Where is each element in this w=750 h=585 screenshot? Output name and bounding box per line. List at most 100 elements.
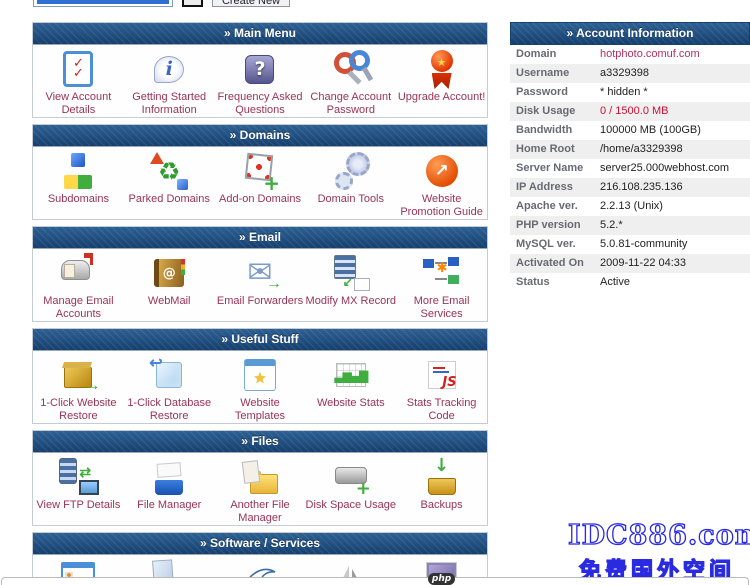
menu-item[interactable]: ★ Upgrade Account!: [396, 45, 487, 117]
menu-item[interactable]: ★Website Templates: [215, 351, 306, 423]
menu-item-label[interactable]: 1-Click Database Restore: [124, 397, 215, 422]
menu-item-label[interactable]: Parked Domains: [124, 193, 215, 206]
gears-icon[interactable]: [329, 151, 373, 191]
cubes-icon[interactable]: [56, 151, 100, 191]
menu-item-label[interactable]: Add-on Domains: [215, 193, 306, 206]
menu-item[interactable]: ?Frequency Asked Questions: [215, 45, 306, 117]
section-main-menu: » Main Menu✓ ✓View Account DetailsiGetti…: [32, 22, 488, 118]
ftp-server-icon[interactable]: [56, 457, 100, 497]
menu-item-label[interactable]: Stats Tracking Code: [396, 397, 487, 422]
menu-item[interactable]: 1-Click Database Restore: [124, 351, 215, 423]
menu-item[interactable]: Modify MX Record: [305, 249, 396, 321]
info-bubble-icon[interactable]: i: [147, 49, 191, 89]
recycle-arrows-icon[interactable]: ♻: [147, 151, 191, 191]
menu-item-label[interactable]: View FTP Details: [33, 499, 124, 512]
info-label: Status: [510, 273, 600, 292]
menu-item[interactable]: + Disk Space Usage: [305, 453, 396, 525]
section-email: » EmailManage Email Accounts@WebMail✉Ema…: [32, 226, 488, 322]
folder-icon[interactable]: [238, 457, 282, 497]
menu-item-label[interactable]: Email Forwarders: [215, 295, 306, 308]
hard-disk-icon[interactable]: +: [329, 457, 373, 497]
menu-item-label[interactable]: Manage Email Accounts: [33, 295, 124, 320]
create-new-button[interactable]: Create New: [212, 0, 290, 7]
question-mark-icon[interactable]: ?: [238, 49, 282, 89]
menu-item-label[interactable]: Modify MX Record: [305, 295, 396, 308]
menu-item[interactable]: JSStats Tracking Code: [396, 351, 487, 423]
promotion-arrow-icon[interactable]: ↗: [420, 151, 464, 191]
bar-chart-icon[interactable]: ▃▆▄▇: [329, 355, 373, 395]
backup-box-icon[interactable]: ↓: [420, 457, 464, 497]
menu-item-label[interactable]: Domain Tools: [305, 193, 396, 206]
menu-item[interactable]: @ WebMail: [124, 249, 215, 321]
menu-item[interactable]: Change Account Password: [305, 45, 396, 117]
go-button[interactable]: [182, 0, 203, 7]
menu-item-label[interactable]: Website Promotion Guide: [396, 193, 487, 218]
menu-item-label[interactable]: Frequency Asked Questions: [215, 91, 306, 116]
info-value: /home/a3329398: [600, 140, 750, 159]
top-form: Create New: [33, 0, 290, 7]
info-label: Username: [510, 64, 600, 83]
menu-item[interactable]: Manage Email Accounts: [33, 249, 124, 321]
section-header: » Files: [33, 431, 487, 453]
menu-item-label[interactable]: File Manager: [124, 499, 215, 512]
menu-item[interactable]: View FTP Details: [33, 453, 124, 525]
file-box-icon[interactable]: [147, 457, 191, 497]
menu-item[interactable]: + Add-on Domains: [215, 147, 306, 219]
menu-item[interactable]: Domain Tools: [305, 147, 396, 219]
info-value: 2009-11-22 04:33: [600, 254, 750, 273]
menu-item-label[interactable]: Subdomains: [33, 193, 124, 206]
section-body: ✓ ✓View Account DetailsiGetting Started …: [33, 45, 487, 117]
menu-item-label[interactable]: Another File Manager: [215, 499, 306, 524]
menu-item[interactable]: File Manager: [124, 453, 215, 525]
section-body: Subdomains ♻ Parked Domains + Add-on Domains…: [33, 147, 487, 219]
menu-item[interactable]: ▃▆▄▇ Website Stats: [305, 351, 396, 423]
menu-item[interactable]: 1-Click Website Restore: [33, 351, 124, 423]
info-label: PHP version: [510, 216, 600, 235]
keys-icon[interactable]: [329, 49, 373, 89]
menu-item[interactable]: ✉ Email Forwarders: [215, 249, 306, 321]
menu-item-label[interactable]: Website Templates: [215, 397, 306, 422]
domain-select[interactable]: [33, 0, 173, 7]
menu-item-label[interactable]: Disk Space Usage: [305, 499, 396, 512]
restore-box-icon[interactable]: [56, 355, 100, 395]
account-info-row: Domainhotphoto.comuf.com: [510, 45, 750, 64]
info-value: 5.2.*: [600, 216, 750, 235]
info-value: 5.0.81-community: [600, 235, 750, 254]
info-value[interactable]: hotphoto.comuf.com: [600, 45, 750, 64]
menu-item-label[interactable]: View Account Details: [33, 91, 124, 116]
info-value: * hidden *: [600, 83, 750, 102]
menu-item-label[interactable]: Upgrade Account!: [396, 91, 487, 104]
menu-item-label[interactable]: 1-Click Website Restore: [33, 397, 124, 422]
menu-item[interactable]: Subdomains: [33, 147, 124, 219]
menu-item[interactable]: ↓ Backups: [396, 453, 487, 525]
section-files: » Files View FTP DetailsFile ManagerAnoth…: [32, 430, 488, 526]
menu-item[interactable]: ✱More Email Services: [396, 249, 487, 321]
database-cube-icon[interactable]: [147, 355, 191, 395]
sections-column: » Main Menu✓ ✓View Account DetailsiGetti…: [32, 22, 488, 585]
menu-item-label[interactable]: Backups: [396, 499, 487, 512]
js-code-icon[interactable]: JS: [420, 355, 464, 395]
envelope-forward-icon[interactable]: ✉: [238, 253, 282, 293]
menu-item[interactable]: ✓ ✓View Account Details: [33, 45, 124, 117]
menu-item-label[interactable]: Change Account Password: [305, 91, 396, 116]
flowchart-icon[interactable]: ✱: [420, 253, 464, 293]
checklist-icon[interactable]: ✓ ✓: [56, 49, 100, 89]
footer-panel-edge: [1, 577, 749, 585]
menu-item-label[interactable]: Website Stats: [305, 397, 396, 410]
account-info-row: Password* hidden *: [510, 83, 750, 102]
network-cube-plus-icon[interactable]: +: [238, 151, 282, 191]
section-body: Manage Email Accounts @ WebMail ✉ Email Forw…: [33, 249, 487, 321]
menu-item[interactable]: iGetting Started Information: [124, 45, 215, 117]
award-ribbon-icon[interactable]: ★: [420, 49, 464, 89]
menu-item[interactable]: ↗Website Promotion Guide: [396, 147, 487, 219]
menu-item[interactable]: Another File Manager: [215, 453, 306, 525]
template-window-icon[interactable]: ★: [238, 355, 282, 395]
menu-item[interactable]: ♻ Parked Domains: [124, 147, 215, 219]
mailbox-icon[interactable]: [56, 253, 100, 293]
menu-item-label[interactable]: More Email Services: [396, 295, 487, 320]
address-book-icon[interactable]: @: [147, 253, 191, 293]
menu-item-label[interactable]: Getting Started Information: [124, 91, 215, 116]
menu-item-label[interactable]: WebMail: [124, 295, 215, 308]
section-domains: » DomainsSubdomains♻Parked Domains+Add-o…: [32, 124, 488, 220]
mail-server-icon[interactable]: [329, 253, 373, 293]
